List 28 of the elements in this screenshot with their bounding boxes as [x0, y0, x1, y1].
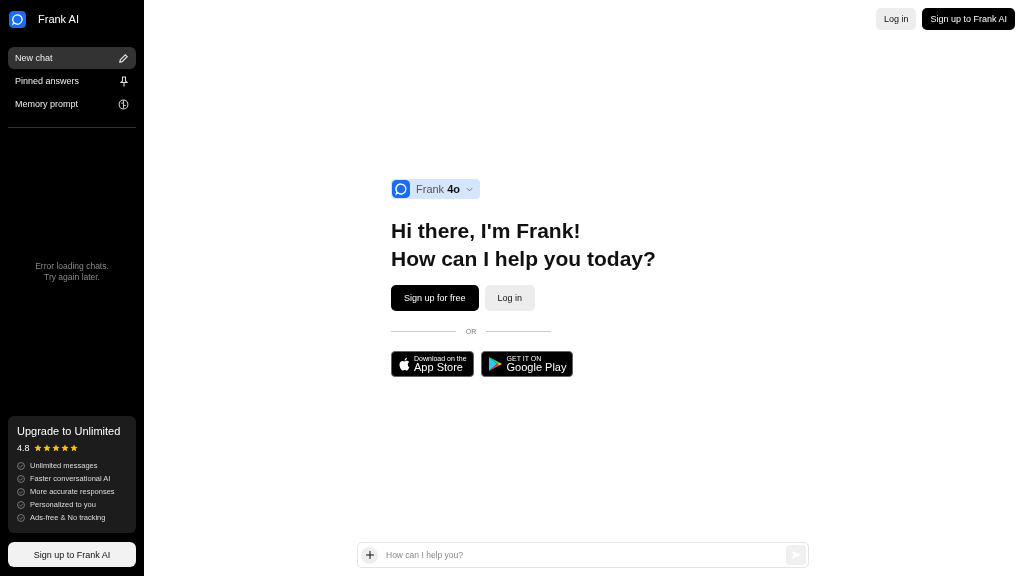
check-circle-icon — [17, 487, 25, 496]
check-circle-icon — [17, 461, 25, 470]
chevron-down-icon — [466, 186, 474, 192]
sidebar-item[interactable]: New chat — [8, 47, 136, 69]
app-name: Frank AI — [38, 13, 79, 25]
sidebar-item[interactable]: Memory prompt — [8, 93, 136, 115]
greeting-heading: Hi there, I'm Frank! How can I help you today? — [391, 218, 656, 272]
login-button[interactable]: Log in — [484, 285, 536, 311]
signup-button[interactable]: Sign up for free — [391, 285, 479, 311]
signup-button[interactable]: Sign up to Frank AI — [922, 8, 1015, 30]
apple-icon — [398, 357, 410, 371]
play-triangle-icon — [487, 356, 503, 372]
message-input[interactable]: How can I help you? — [357, 542, 809, 568]
rating-value: 4.8 — [17, 443, 30, 453]
upgrade-title: Upgrade to Unlimited — [17, 425, 122, 437]
chat-bubble-logo-icon — [9, 10, 26, 28]
model-selector[interactable]: Frank 4o — [391, 179, 481, 199]
pencil-icon — [118, 52, 129, 64]
pin-icon — [119, 75, 129, 87]
check-circle-icon — [17, 474, 25, 483]
chat-bubble-logo-icon — [392, 180, 410, 198]
plus-icon — [365, 551, 374, 559]
check-circle-icon — [17, 500, 25, 509]
login-button[interactable]: Log in — [875, 8, 917, 30]
sidebar-item[interactable]: Pinned answers — [8, 70, 136, 92]
signup-button[interactable]: Sign up to Frank AI — [8, 542, 136, 567]
check-circle-icon — [17, 513, 25, 522]
error-message: Error loading chats. Try again later. — [34, 259, 110, 284]
